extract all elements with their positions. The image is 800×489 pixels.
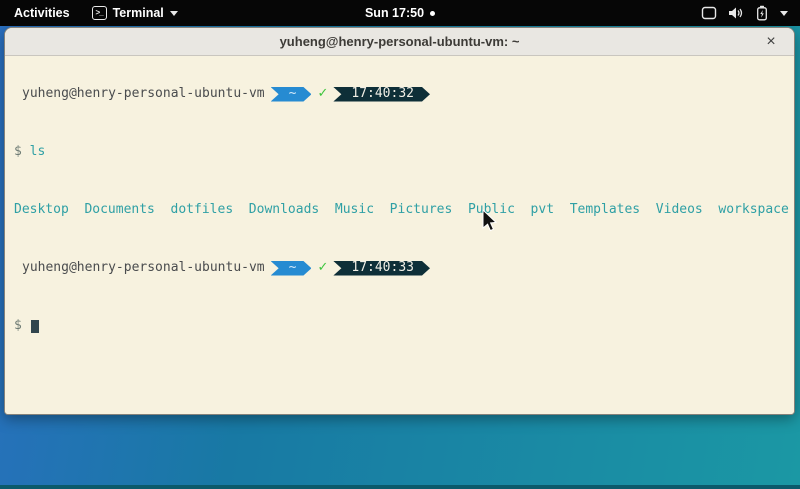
chevron-down-icon [170,11,178,16]
command-text: ls [30,145,46,160]
top-bar-left: Activities >_ Terminal [0,0,182,26]
text-cursor [31,320,39,333]
prompt-status-check-icon: ✓ [317,261,328,276]
prompt-status-check-icon: ✓ [317,87,328,102]
chevron-down-icon [780,11,788,16]
terminal-app-menu[interactable]: >_ Terminal [88,0,182,26]
close-button[interactable]: × [758,28,784,56]
volume-icon [728,6,744,20]
prompt-char: $ [14,319,22,334]
window-title: yuheng@henry-personal-ubuntu-vm: ~ [280,34,520,49]
terminal-app-label: Terminal [113,6,164,20]
prompt-path-segment: ~ [271,261,312,276]
ls-output-line: Desktop Documents dotfiles Downloads Mus… [14,203,792,218]
prompt-path-segment: ~ [271,87,312,102]
terminal-window: yuheng@henry-personal-ubuntu-vm: ~ × yuh… [4,27,795,415]
window-titlebar[interactable]: yuheng@henry-personal-ubuntu-vm: ~ × [5,28,794,56]
prompt-user: yuheng@henry-personal-ubuntu-vm [22,261,265,276]
command-line: $ [14,319,792,334]
prompt-char: $ [14,145,22,160]
terminal-content[interactable]: yuheng@henry-personal-ubuntu-vm ~ ✓ 17:4… [5,56,794,415]
battery-charging-icon [755,5,769,21]
mouse-pointer-icon [481,209,499,233]
prompt-time-segment: 17:40:32 [333,87,430,102]
display-icon [701,6,717,20]
prompt-line: yuheng@henry-personal-ubuntu-vm ~ ✓ 17:4… [14,87,792,102]
prompt-user: yuheng@henry-personal-ubuntu-vm [22,87,265,102]
close-icon: × [766,33,775,51]
prompt-line: yuheng@henry-personal-ubuntu-vm ~ ✓ 17:4… [14,261,792,276]
top-bar: Activities >_ Terminal Sun 17:50 [0,0,800,26]
system-tray[interactable] [695,0,794,26]
clock-button[interactable]: Sun 17:50 [365,6,424,20]
activities-button[interactable]: Activities [10,0,74,26]
prompt-time-segment: 17:40:33 [333,261,430,276]
desktop-bottom-edge [0,485,800,489]
notification-dot-icon [430,11,435,16]
terminal-app-icon: >_ [92,6,107,20]
activities-label: Activities [14,6,70,20]
command-line: $ ls [14,145,792,160]
